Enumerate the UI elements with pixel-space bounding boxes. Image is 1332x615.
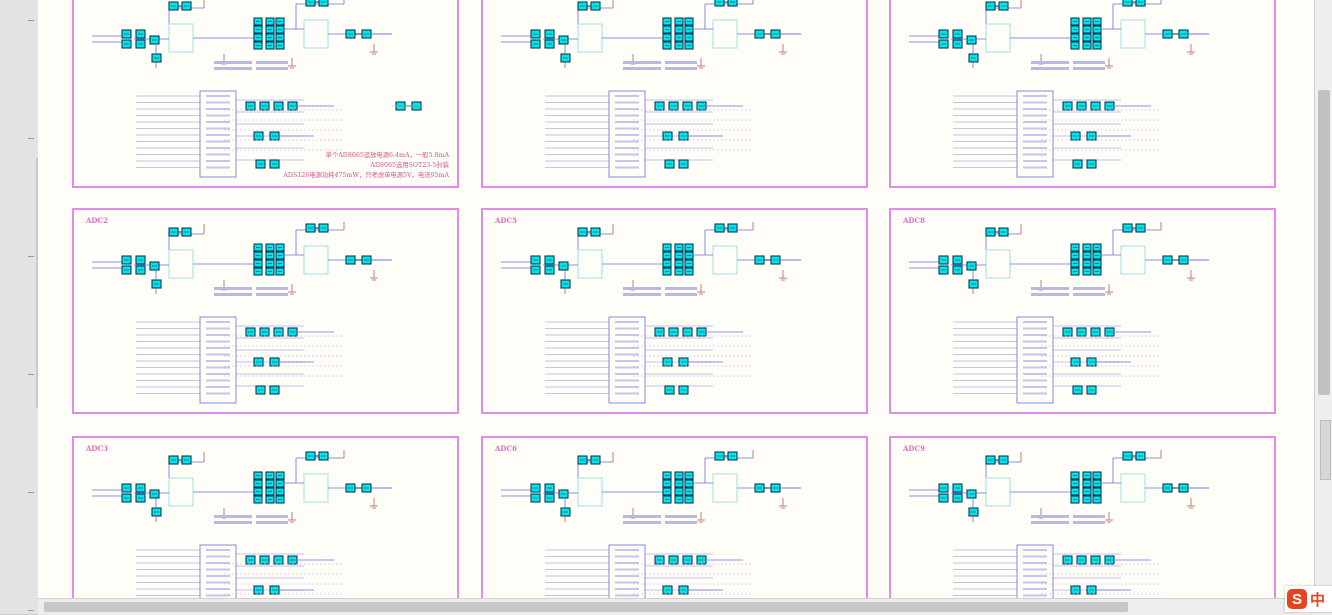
adc-chip — [608, 544, 646, 598]
design-note: AD8065选用SOT23-5封装 — [370, 162, 449, 169]
schematic-drawing — [501, 222, 801, 404]
sheet-label: ADC3 — [86, 444, 108, 453]
schematic-sheet[interactable]: ADC9 — [889, 436, 1276, 598]
opamp-symbol — [1120, 19, 1146, 49]
input-mode-label: 中 — [1310, 590, 1326, 609]
opamp-symbol — [303, 473, 329, 503]
ruler-tick — [28, 138, 34, 139]
sheet-label: ADC8 — [903, 216, 925, 225]
schematic-canvas[interactable]: 单个AD8065运放电源6.4mA，一般5.8mA AD8065选用SOT23-5… — [38, 0, 1314, 598]
opamp-symbol — [712, 473, 738, 503]
left-ruler — [0, 0, 39, 614]
schematic-sheet[interactable] — [889, 0, 1276, 188]
design-note: ADS126电源功耗475mW，只考虑单电源5V，电流95mA — [283, 172, 449, 179]
horizontal-scroll-thumb[interactable] — [44, 602, 1128, 612]
vertical-scrollbar[interactable] — [1314, 0, 1332, 598]
vertical-scroll-thumb[interactable] — [1318, 90, 1330, 395]
schematic-drawing — [501, 450, 801, 598]
opamp-symbol — [985, 23, 1011, 53]
ruler-tick — [28, 492, 34, 493]
sheet-label: ADC9 — [903, 444, 925, 453]
opamp-symbol — [577, 249, 603, 279]
opamp-symbol — [1120, 473, 1146, 503]
opamp-symbol — [985, 477, 1011, 507]
scroll-marker — [1320, 420, 1331, 480]
opamp-symbol — [1120, 245, 1146, 275]
component-pad[interactable] — [1122, 0, 1133, 7]
component-pad[interactable] — [305, 0, 316, 7]
opamp-symbol — [712, 245, 738, 275]
schematic-drawing — [909, 0, 1209, 178]
ruler-tick — [28, 374, 34, 375]
component-pad[interactable] — [727, 0, 738, 7]
component-pad[interactable] — [1135, 0, 1146, 7]
schematic-sheet[interactable]: ADC8 — [889, 208, 1276, 414]
sheet-label: ADC2 — [86, 216, 108, 225]
horizontal-scrollbar[interactable] — [38, 598, 1332, 615]
opamp-symbol — [168, 249, 194, 279]
adc-chip — [199, 544, 237, 598]
sheet-label: ADC6 — [495, 444, 517, 453]
schematic-sheet[interactable]: ADC2 — [72, 208, 459, 414]
opamp-symbol — [577, 23, 603, 53]
input-method-indicator[interactable]: S 中 — [1285, 586, 1332, 612]
ruler-tick — [28, 610, 34, 611]
opamp-symbol — [168, 477, 194, 507]
opamp-symbol — [303, 19, 329, 49]
schematic-sheet[interactable] — [481, 0, 868, 188]
schematic-drawing — [92, 222, 392, 404]
schematic-sheet[interactable]: ADC5 — [481, 208, 868, 414]
opamp-symbol — [985, 249, 1011, 279]
schematic-drawing — [92, 450, 392, 598]
ruler-tick — [28, 256, 34, 257]
schematic-sheet[interactable]: ADC3 — [72, 436, 459, 598]
adc-chip — [1016, 544, 1054, 598]
component-pad[interactable] — [714, 0, 725, 7]
schematic-sheet[interactable]: 单个AD8065运放电源6.4mA，一般5.8mA AD8065选用SOT23-5… — [72, 0, 459, 188]
design-note: 单个AD8065运放电源6.4mA，一般5.8mA — [325, 152, 449, 159]
sheet-label: ADC5 — [495, 216, 517, 225]
opamp-symbol — [577, 477, 603, 507]
opamp-symbol — [303, 245, 329, 275]
sogou-logo-icon: S — [1287, 589, 1307, 609]
opamp-symbol — [168, 23, 194, 53]
opamp-symbol — [712, 19, 738, 49]
schematic-drawing — [909, 222, 1209, 404]
schematic-drawing — [501, 0, 801, 178]
schematic-sheet[interactable]: ADC6 — [481, 436, 868, 598]
schematic-drawing — [909, 450, 1209, 598]
ruler-tick — [28, 20, 34, 21]
component-pad[interactable] — [318, 0, 329, 7]
